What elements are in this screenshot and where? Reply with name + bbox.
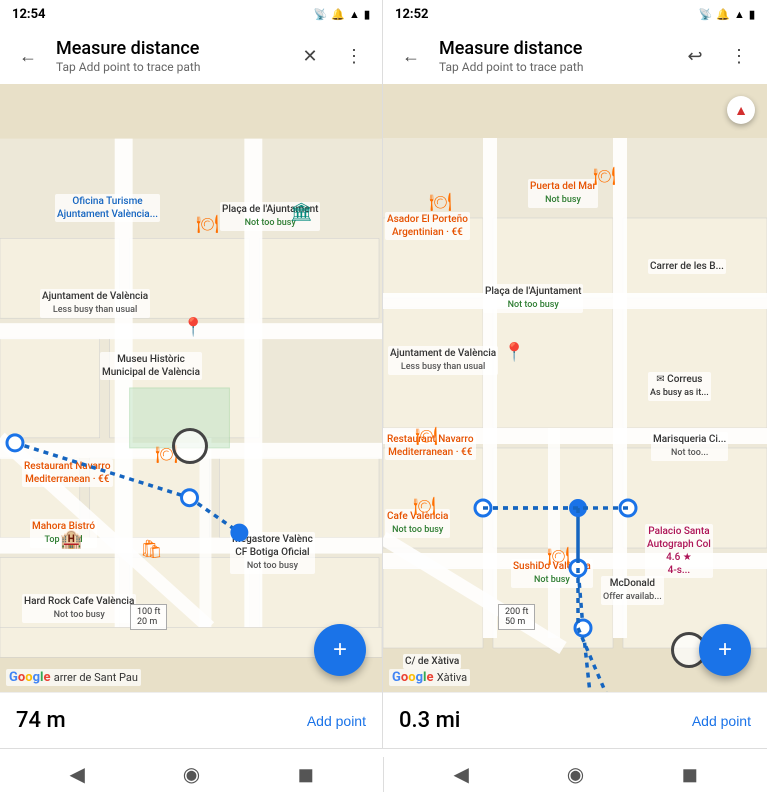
close-button-left[interactable]: ✕	[290, 36, 330, 76]
map-right[interactable]: ▲ Puerta del MarNot busy Asador El Porte…	[383, 84, 767, 692]
scale-ft-right: 200 ft	[505, 607, 528, 617]
vibrate-icon-right: 🔔	[716, 8, 730, 21]
scale-m-right: 50 m	[505, 617, 525, 627]
toolbar-main-title-left: Measure distance	[56, 38, 286, 60]
bottom-nav: ◀ ◉ ◼ ◀ ◉ ◼	[0, 748, 767, 800]
back-button-right[interactable]: ←	[391, 36, 431, 76]
google-logo-left: Google arrer de Sant Pau	[6, 669, 141, 686]
recent-nav-left[interactable]: ◼	[284, 753, 328, 797]
add-point-button-right[interactable]: Add point	[692, 713, 751, 729]
home-nav-left[interactable]: ◉	[169, 753, 213, 797]
map-left[interactable]: Oficina TurismeAjuntament València... Pl…	[0, 84, 382, 692]
toolbar-right: ← Measure distance Tap Add point to trac…	[383, 28, 767, 84]
path-svg-right	[383, 84, 767, 692]
scale-left: 100 ft 20 m	[130, 604, 167, 630]
undo-button-right[interactable]: ↩	[675, 36, 715, 76]
bottom-nav-right: ◀ ◉ ◼	[384, 749, 767, 800]
wifi-icon-left: ▲	[349, 8, 360, 21]
scale-m-left: 20 m	[137, 617, 157, 627]
home-nav-right[interactable]: ◉	[553, 753, 597, 797]
fab-add-right[interactable]: +	[699, 624, 751, 676]
back-button-left[interactable]: ←	[8, 36, 48, 76]
crosshair-left	[172, 428, 208, 464]
distance-value-left: 74 m	[16, 708, 307, 733]
bottom-nav-left: ◀ ◉ ◼	[0, 749, 383, 800]
toolbar-left: ← Measure distance Tap Add point to trac…	[0, 28, 382, 84]
more-button-right[interactable]: ⋮	[719, 36, 759, 76]
back-nav-left[interactable]: ◀	[55, 753, 99, 797]
panel-right: 12:52 📡 🔔 ▲ ▮ ← Measure distance Tap Add…	[383, 0, 767, 748]
vibrate-icon-left: 🔔	[331, 8, 345, 21]
toolbar-right-left: ✕ ⋮	[290, 36, 374, 76]
panel-left: 12:54 📡 🔔 ▲ ▮ ← Measure distance Tap Add…	[0, 0, 383, 748]
toolbar-title-right: Measure distance Tap Add point to trace …	[435, 38, 671, 74]
distance-bar-left: 74 m Add point	[0, 692, 382, 748]
recent-nav-right[interactable]: ◼	[668, 753, 712, 797]
back-nav-right[interactable]: ◀	[439, 753, 483, 797]
add-point-button-left[interactable]: Add point	[307, 713, 366, 729]
fab-add-left[interactable]: +	[314, 624, 366, 676]
more-button-left[interactable]: ⋮	[334, 36, 374, 76]
time-left: 12:54	[12, 7, 46, 22]
status-bar-right: 12:52 📡 🔔 ▲ ▮	[383, 0, 767, 28]
distance-bar-right: 0.3 mi Add point	[383, 692, 767, 748]
status-bar-left: 12:54 📡 🔔 ▲ ▮	[0, 0, 382, 28]
google-logo-right: Google Xàtiva	[389, 669, 470, 686]
status-icons-right: 📡 🔔 ▲ ▮	[699, 8, 755, 21]
toolbar-sub-title-left: Tap Add point to trace path	[56, 60, 286, 74]
scale-right: 200 ft 50 m	[498, 604, 535, 630]
toolbar-actions-right: ↩ ⋮	[675, 36, 759, 76]
distance-value-right: 0.3 mi	[399, 708, 692, 733]
panel-bottom-left: 74 m Add point	[0, 692, 382, 748]
toolbar-title-left: Measure distance Tap Add point to trace …	[52, 38, 286, 74]
cast-icon-left: 📡	[314, 8, 328, 21]
status-icons-left: 📡 🔔 ▲ ▮	[314, 8, 370, 21]
path-svg-left	[0, 84, 382, 692]
toolbar-main-title-right: Measure distance	[439, 38, 671, 60]
cast-icon-right: 📡	[699, 8, 713, 21]
time-right: 12:52	[395, 7, 429, 22]
toolbar-sub-title-right: Tap Add point to trace path	[439, 60, 671, 74]
battery-icon-right: ▮	[749, 8, 755, 21]
battery-icon-left: ▮	[364, 8, 370, 21]
scale-ft-left: 100 ft	[137, 607, 160, 617]
wifi-icon-right: ▲	[734, 8, 745, 21]
panel-bottom-right: 0.3 mi Add point	[383, 692, 767, 748]
compass-right: ▲	[727, 96, 755, 124]
